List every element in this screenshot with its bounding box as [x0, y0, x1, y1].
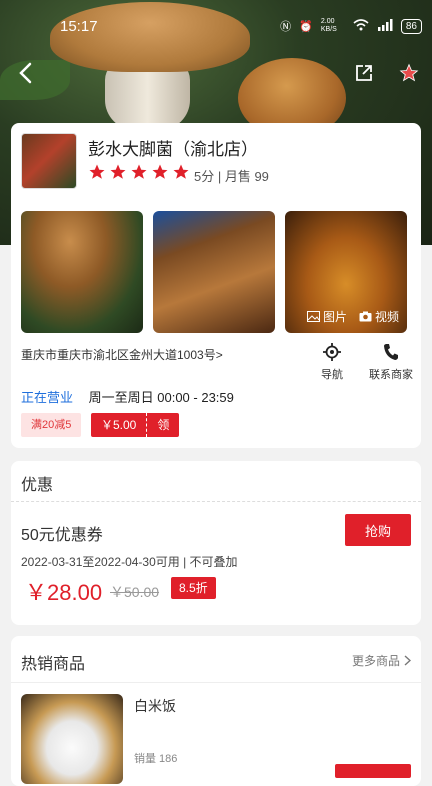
voucher-amount: ￥5.00 [91, 413, 148, 437]
share-icon [356, 65, 372, 81]
product-sales: 销量 186 [134, 753, 178, 765]
discount-badge: 8.5折 [171, 577, 216, 599]
divider [11, 682, 421, 683]
location-icon [323, 343, 341, 361]
nfc-icon: Ⓝ [280, 21, 292, 33]
hours-text: 周一至周日 00:00 - 23:59 [88, 390, 234, 405]
wifi-icon [353, 18, 369, 34]
divider [11, 501, 421, 502]
hot-title: 热销商品 [21, 656, 86, 673]
deal-original-price: ￥50.00 [110, 584, 160, 600]
contact-label: 联系商家 [369, 369, 413, 381]
deals-title: 优惠 [21, 477, 54, 494]
star-icon [173, 164, 189, 179]
promo-tag: 满20减5 [21, 413, 82, 437]
battery-icon: 86 [400, 18, 422, 34]
deals-card: 优惠 50元优惠券 抢购 2022-03-31至2022-04-30可用 | 不… [11, 461, 421, 625]
video-link[interactable]: 视频 [359, 308, 399, 325]
status-time: 15:17 [60, 18, 98, 35]
star-icon [152, 164, 168, 179]
store-info-card: 彭水大脚菌（渝北店） 5分 | 月售 99 图片 视频 重庆市重庆市渝北区金州大… [11, 123, 421, 448]
video-label: 视频 [375, 310, 400, 324]
photos-link[interactable]: 图片 [307, 308, 347, 325]
status-bar: 15:17 Ⓝ ⏰ 2.00 KB/S 86 [0, 0, 432, 54]
photos-label: 图片 [323, 310, 348, 324]
store-gallery: 图片 视频 [21, 211, 407, 333]
alarm-icon: ⏰ [299, 20, 313, 33]
voucher-button[interactable]: ￥5.00 领 [91, 413, 180, 437]
star-icon [131, 164, 147, 179]
deal-validity: 2022-03-31至2022-04-30可用 | 不可叠加 [21, 555, 238, 569]
rating-stars [88, 163, 190, 181]
product-name: 白米饭 [134, 698, 176, 714]
star-icon [399, 63, 419, 82]
grab-deal-button[interactable]: 抢购 [345, 514, 411, 546]
deal-price: ￥28.00 [25, 580, 103, 605]
net-speed: 2.00 KB/S [320, 18, 337, 33]
navigate-label: 导航 [321, 369, 343, 381]
navigate-button[interactable]: 导航 [321, 343, 343, 382]
deal-name: 50元优惠券 [21, 527, 103, 544]
favorite-button[interactable] [394, 58, 424, 88]
voucher-get-label: 领 [157, 418, 170, 432]
open-status: 正在营业 [21, 390, 74, 405]
back-button[interactable] [10, 58, 40, 88]
gallery-photo[interactable]: 图片 视频 [285, 211, 407, 333]
product-image[interactable] [21, 694, 123, 784]
image-icon [307, 311, 320, 322]
star-icon [89, 164, 105, 179]
gallery-photo[interactable] [153, 211, 275, 333]
more-products-link[interactable]: 更多商品 [352, 652, 411, 669]
signal-icon [377, 18, 393, 34]
product-buy-button[interactable] [335, 764, 411, 778]
phone-icon [384, 344, 398, 360]
store-address[interactable]: 重庆市重庆市渝北区金州大道1003号> [21, 346, 223, 363]
status-icons: Ⓝ ⏰ 2.00 KB/S 86 [280, 18, 422, 34]
gallery-photo[interactable] [21, 211, 143, 333]
rating-summary: 5分 | 月售 99 [194, 169, 269, 184]
back-arrow-icon [19, 62, 32, 84]
share-button[interactable] [349, 58, 379, 88]
more-products-label: 更多商品 [351, 654, 400, 668]
store-name: 彭水大脚菌（渝北店） [88, 140, 258, 159]
store-logo [21, 133, 77, 189]
star-icon [110, 164, 126, 179]
camera-icon [359, 311, 372, 322]
hot-products-card: 热销商品 更多商品 白米饭 销量 186 [11, 636, 421, 786]
business-hours: 正在营业 周一至周日 00:00 - 23:59 [21, 387, 234, 406]
contact-button[interactable]: 联系商家 [369, 343, 413, 382]
chevron-right-icon [404, 655, 411, 666]
